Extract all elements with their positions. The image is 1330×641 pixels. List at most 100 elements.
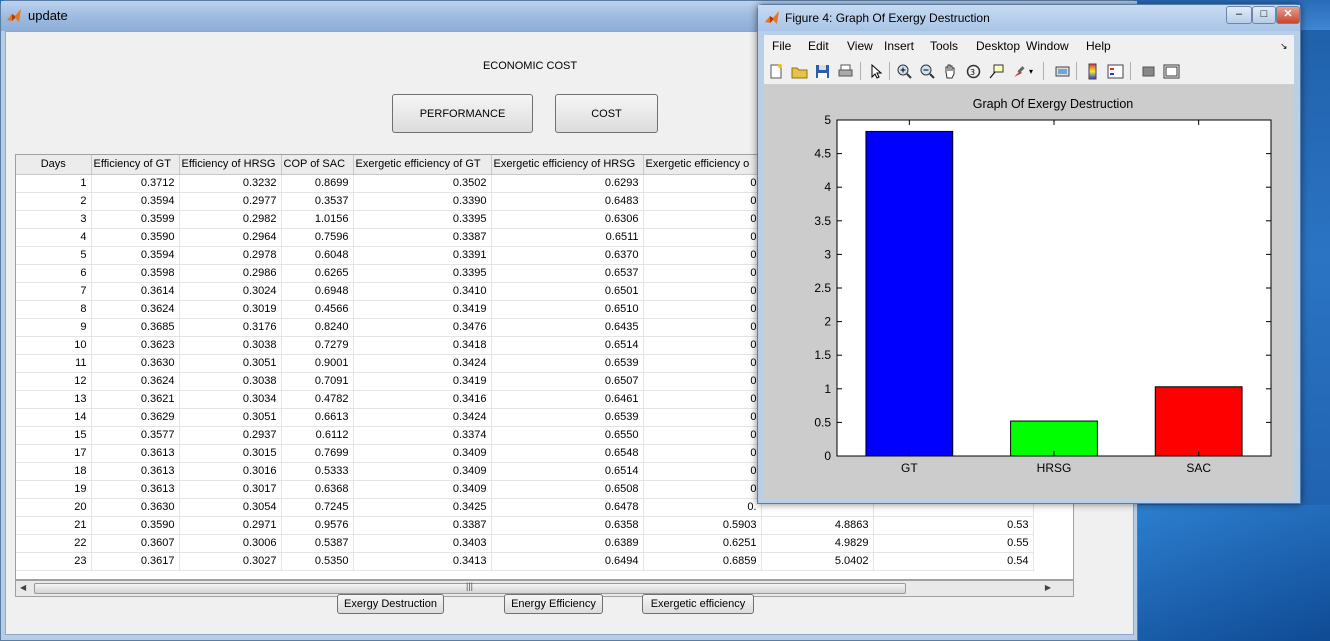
performance-button[interactable]: PERFORMANCE (392, 94, 533, 133)
day-cell[interactable]: 9 (16, 318, 92, 337)
table-cell[interactable]: 0.3051 (179, 354, 282, 373)
table-header-cell[interactable]: Exergetic efficiency o (643, 155, 762, 175)
day-cell[interactable]: 2 (16, 192, 92, 211)
table-cell[interactable]: 0.8699 (281, 174, 354, 193)
table-cell[interactable]: 0.6306 (491, 210, 644, 229)
scroll-right-icon[interactable]: ▶ (1045, 583, 1051, 592)
table-cell[interactable]: 0 (643, 318, 762, 337)
table-cell[interactable]: 0.3409 (353, 462, 492, 481)
day-cell[interactable]: 18 (16, 462, 92, 481)
table-cell[interactable]: 0.6478 (491, 498, 644, 517)
table-cell[interactable]: 0.3424 (353, 408, 492, 427)
table-cell[interactable]: 0.3017 (179, 480, 282, 499)
table-cell[interactable]: 0 (643, 462, 762, 481)
table-cell[interactable]: 0.3630 (91, 354, 180, 373)
menu-edit[interactable]: Edit (808, 39, 829, 53)
exergy-destruction-button[interactable]: Exergy Destruction (337, 594, 444, 614)
table-cell[interactable]: 0.6265 (281, 264, 354, 283)
menu-tools[interactable]: Tools (930, 39, 958, 53)
table-cell[interactable]: 0.2937 (179, 426, 282, 445)
day-cell[interactable]: 3 (16, 210, 92, 229)
table-cell[interactable]: 0.6550 (491, 426, 644, 445)
table-cell[interactable]: 0.55 (873, 534, 1034, 553)
table-cell[interactable]: 0.3419 (353, 372, 492, 391)
table-cell[interactable]: 0.3395 (353, 210, 492, 229)
table-cell[interactable]: 0.6461 (491, 390, 644, 409)
day-cell[interactable]: 23 (16, 552, 92, 571)
legend-icon[interactable] (1107, 63, 1124, 80)
open-folder-icon[interactable] (791, 63, 808, 80)
table-cell[interactable]: 0.3629 (91, 408, 180, 427)
colorbar-icon[interactable] (1084, 63, 1101, 80)
table-cell[interactable]: 0.6251 (643, 534, 762, 553)
zoom-out-icon[interactable] (919, 63, 936, 80)
day-cell[interactable]: 15 (16, 426, 92, 445)
table-cell[interactable]: 0 (643, 228, 762, 247)
table-cell[interactable]: 0.6370 (491, 246, 644, 265)
table-cell[interactable]: 0.53 (873, 516, 1034, 535)
table-cell[interactable]: 0.6537 (491, 264, 644, 283)
table-cell[interactable]: 0.3425 (353, 498, 492, 517)
table-cell[interactable]: 0.3624 (91, 372, 180, 391)
day-cell[interactable]: 6 (16, 264, 92, 283)
table-cell[interactable]: 0.6510 (491, 300, 644, 319)
table-cell[interactable]: 0 (643, 408, 762, 427)
table-cell[interactable]: 4.8863 (761, 516, 874, 535)
table-cell[interactable]: 0 (643, 354, 762, 373)
table-cell[interactable]: 0.3015 (179, 444, 282, 463)
table-cell[interactable]: 0.3614 (91, 282, 180, 301)
table-cell[interactable]: 0.3391 (353, 246, 492, 265)
close-icon[interactable]: ✕ (1276, 6, 1300, 24)
table-cell[interactable]: 0.3038 (179, 336, 282, 355)
table-cell[interactable]: 0.3409 (353, 444, 492, 463)
bar-hrsg[interactable] (1010, 420, 1098, 457)
table-cell[interactable]: 0.9001 (281, 354, 354, 373)
day-cell[interactable]: 8 (16, 300, 92, 319)
menu-window[interactable]: Window (1026, 39, 1069, 53)
day-cell[interactable]: 5 (16, 246, 92, 265)
print-icon[interactable] (837, 63, 854, 80)
table-cell[interactable]: 0.6494 (491, 552, 644, 571)
table-cell[interactable]: 0.3623 (91, 336, 180, 355)
table-cell[interactable]: 0.3006 (179, 534, 282, 553)
table-cell[interactable]: 0.3613 (91, 444, 180, 463)
table-cell[interactable]: 0.3409 (353, 480, 492, 499)
table-cell[interactable]: 0 (643, 246, 762, 265)
day-cell[interactable]: 14 (16, 408, 92, 427)
table-cell[interactable]: 0.3613 (91, 462, 180, 481)
day-cell[interactable]: 17 (16, 444, 92, 463)
table-cell[interactable]: 0 (643, 264, 762, 283)
table-cell[interactable]: 0 (643, 192, 762, 211)
table-cell[interactable]: 0.6511 (491, 228, 644, 247)
table-cell[interactable]: 0.3424 (353, 354, 492, 373)
table-cell[interactable]: 0.54 (873, 552, 1034, 571)
table-cell[interactable]: 0.6514 (491, 336, 644, 355)
table-cell[interactable]: 0.2971 (179, 516, 282, 535)
table-cell[interactable]: 0.3176 (179, 318, 282, 337)
table-cell[interactable]: 0.3577 (91, 426, 180, 445)
new-file-icon[interactable] (768, 63, 785, 80)
save-icon[interactable] (814, 63, 831, 80)
table-cell[interactable]: 0.3019 (179, 300, 282, 319)
table-cell[interactable]: 0.3038 (179, 372, 282, 391)
table-cell[interactable]: 0.6483 (491, 192, 644, 211)
table-cell[interactable]: 0 (643, 390, 762, 409)
table-cell[interactable]: 5.0402 (761, 552, 874, 571)
day-cell[interactable]: 13 (16, 390, 92, 409)
table-cell[interactable]: 0.5387 (281, 534, 354, 553)
table-cell[interactable]: 1.0156 (281, 210, 354, 229)
table-cell[interactable]: 0.3502 (353, 174, 492, 193)
scroll-left-icon[interactable]: ◀ (20, 583, 26, 592)
table-cell[interactable]: 0.3537 (281, 192, 354, 211)
table-cell[interactable]: 0 (643, 210, 762, 229)
menu-insert[interactable]: Insert (884, 39, 914, 53)
table-cell[interactable]: 0.3413 (353, 552, 492, 571)
bar-gt[interactable] (865, 130, 954, 457)
table-cell[interactable]: 0.2986 (179, 264, 282, 283)
table-cell[interactable]: 0.6293 (491, 174, 644, 193)
day-cell[interactable]: 7 (16, 282, 92, 301)
day-cell[interactable]: 22 (16, 534, 92, 553)
table-cell[interactable]: 0 (643, 444, 762, 463)
table-cell[interactable]: 0 (643, 426, 762, 445)
day-cell[interactable]: 10 (16, 336, 92, 355)
